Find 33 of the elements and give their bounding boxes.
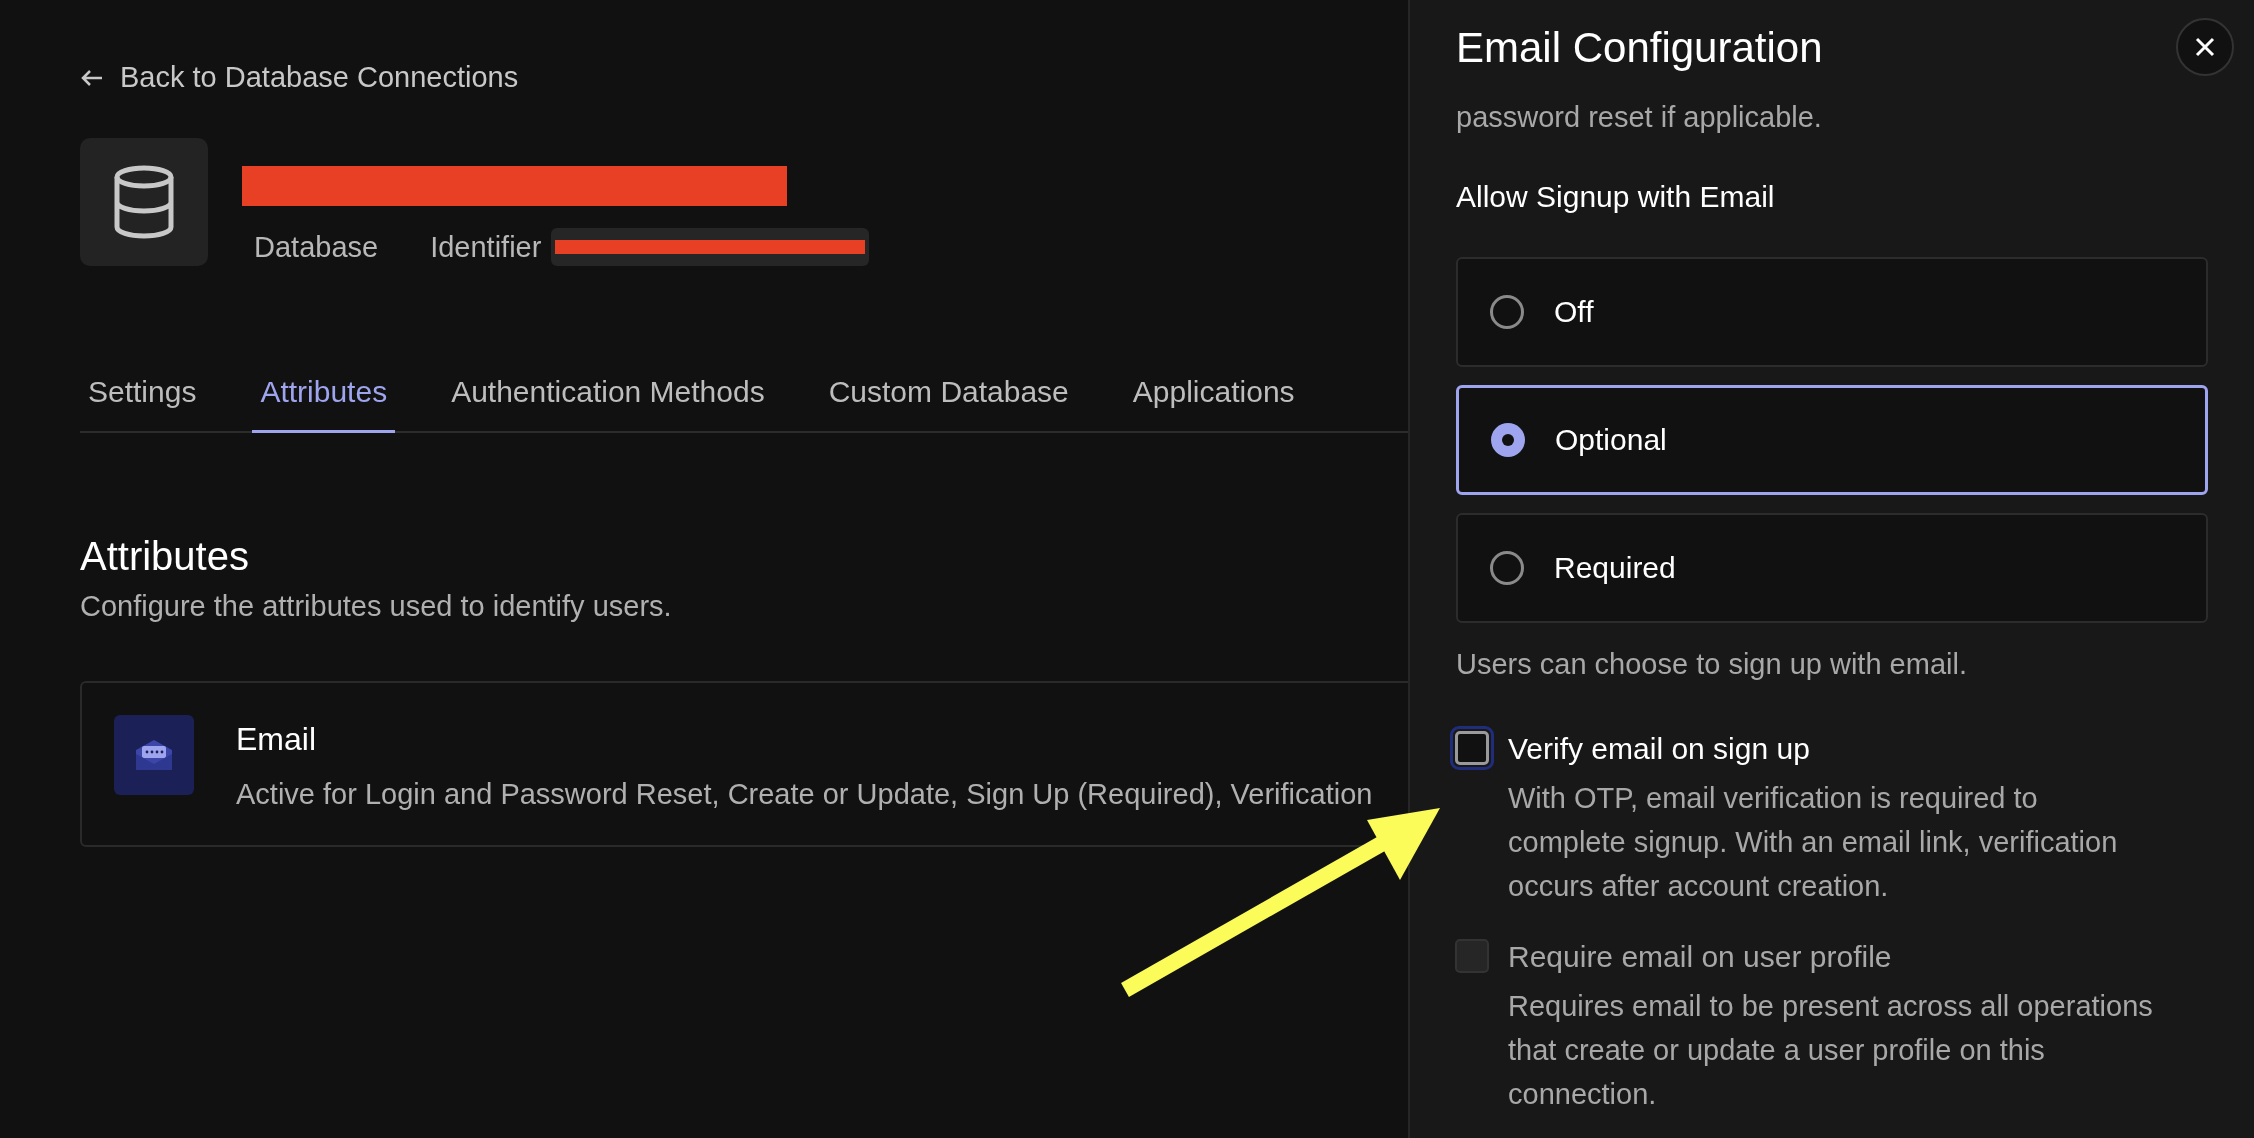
checkbox-description: With OTP, email verification is required to complete signup. With an email link, verification occurs after account creation. (1508, 781, 2119, 904)
tab[interactable]: Applications (1124, 369, 1303, 433)
connection-type: Database (253, 229, 379, 265)
radio-label: Required (1554, 550, 1676, 586)
radio-label: Optional (1555, 422, 1667, 458)
radio-icon[interactable] (1490, 550, 1524, 585)
radio-option[interactable]: Required (1456, 512, 2208, 623)
signup-label: Allow Signup with Email (1456, 178, 1776, 215)
radio-option[interactable]: Off (1456, 256, 2208, 367)
signup-help: Users can choose to sign up with email. (1456, 646, 1968, 682)
tab[interactable]: Attributes (252, 369, 396, 433)
tab[interactable]: Custom Database (820, 369, 1077, 433)
radio-icon[interactable] (1491, 422, 1525, 457)
identifier-label: Identifier (430, 229, 542, 265)
tab[interactable]: Authentication Methods (443, 369, 773, 433)
radio-label: Off (1554, 294, 1594, 330)
checkbox-label: Require email on user profile (1508, 939, 1893, 975)
radio-option[interactable]: Optional (1456, 384, 2208, 495)
attribute-description: Active for Login and Password Reset, Create or Update, Sign Up (Required), Verification (236, 776, 1373, 812)
close-icon (2194, 36, 2216, 58)
checkbox-label: Verify email on sign up (1508, 731, 1811, 767)
envelope-icon (134, 737, 174, 772)
arrow-left-icon (80, 67, 104, 88)
tab[interactable]: Settings (80, 369, 205, 433)
checkbox-description: Requires email to be present across all operations that create or update a user profile on this connection. (1508, 989, 2154, 1112)
database-icon (113, 164, 175, 239)
attribute-name: Email (236, 719, 317, 759)
section-subtitle: Configure the attributes used to identify users. (80, 589, 673, 624)
radio-icon[interactable] (1490, 294, 1524, 329)
panel-intro: password reset if applicable. (1456, 100, 1823, 135)
panel-title: Email Configuration (1456, 24, 1823, 72)
back-link[interactable]: Back to Database Connections (80, 56, 519, 100)
section-title: Attributes (80, 533, 250, 579)
